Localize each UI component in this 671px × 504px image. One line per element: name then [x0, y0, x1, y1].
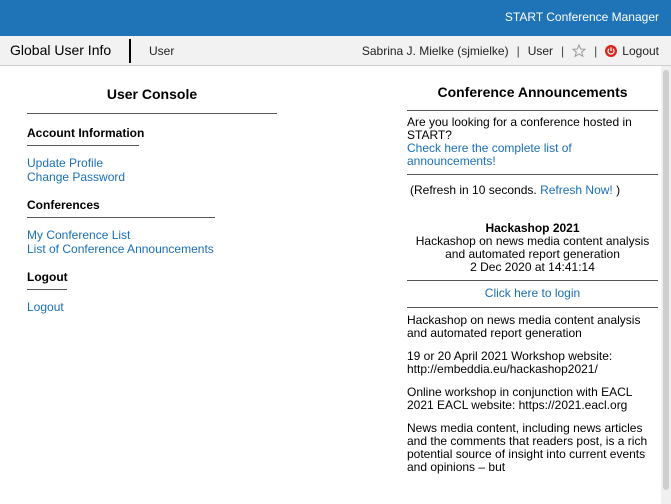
my-conference-list-link[interactable]: My Conference List — [27, 228, 277, 242]
featured-conference: Hackashop 2021 Hackashop on news media c… — [407, 208, 658, 280]
brand-title: START Conference Manager — [504, 10, 659, 24]
nav-divider — [129, 39, 131, 63]
complete-list-link[interactable]: Check here the complete list of announce… — [407, 141, 572, 168]
logout-button[interactable]: Logout — [605, 44, 659, 58]
announcement-paragraph: News media content, including news artic… — [407, 421, 648, 474]
section-divider — [27, 289, 67, 290]
refresh-now-link[interactable]: Refresh Now! — [540, 183, 613, 197]
conference-announcements: Conference Announcements Are you looking… — [407, 85, 658, 490]
conference-date: 2 Dec 2020 at 14:41:14 — [470, 260, 595, 274]
conference-announcements-link[interactable]: List of Conference Announcements — [27, 242, 277, 256]
login-link[interactable]: Click here to login — [485, 286, 580, 300]
navigation-bar: Global User Info User Sabrina J. Mielke … — [0, 36, 671, 66]
section-divider — [27, 145, 139, 146]
separator: | — [516, 44, 520, 58]
user-console: User Console Account Information Update … — [27, 86, 277, 314]
update-profile-link[interactable]: Update Profile — [27, 156, 277, 170]
scrollbar-thumb[interactable] — [663, 70, 669, 490]
conferences-section: Conferences My Conference List List of C… — [27, 198, 277, 256]
separator: | — [594, 44, 598, 58]
announcement-paragraph: Online workshop in conjunction with EACL… — [407, 385, 633, 412]
username-label: Sabrina J. Mielke (sjmielke) — [361, 44, 509, 58]
star-icon[interactable] — [571, 43, 587, 58]
conference-question: Are you looking for a conference hosted … — [407, 115, 632, 142]
power-icon — [605, 45, 618, 57]
announcement-paragraph: 19 or 20 April 2021 Workshop website: ht… — [407, 349, 613, 376]
announcements-title: Conference Announcements — [407, 85, 658, 111]
section-title: Logout — [27, 270, 68, 284]
refresh-close: ) — [616, 183, 621, 197]
user-console-title: User Console — [27, 86, 277, 114]
logout-link[interactable]: Logout — [27, 300, 277, 314]
separator: | — [561, 44, 565, 58]
refresh-notice: (Refresh in 10 seconds. Refresh Now! ) — [407, 175, 658, 208]
global-user-info-title: Global User Info — [10, 42, 112, 58]
account-menu: Sabrina J. Mielke (sjmielke) | User | | … — [361, 43, 659, 58]
user-tab[interactable]: User — [149, 44, 174, 58]
login-row: Click here to login — [407, 281, 658, 307]
logout-section: Logout Logout — [27, 270, 277, 314]
section-title: Account Information — [27, 126, 145, 140]
user-link[interactable]: User — [528, 44, 553, 58]
change-password-link[interactable]: Change Password — [27, 170, 277, 184]
logout-label: Logout — [622, 44, 659, 58]
announcement-body: Hackashop on news media content analysis… — [407, 308, 658, 490]
page-scrollbar[interactable] — [661, 66, 671, 504]
conference-search-prompt: Are you looking for a conference hosted … — [407, 111, 658, 174]
section-title: Conferences — [27, 198, 100, 212]
top-banner: START Conference Manager — [0, 0, 671, 36]
conference-description: Hackashop on news media content analysis… — [415, 234, 650, 261]
section-divider — [27, 217, 215, 218]
refresh-countdown: (Refresh in 10 seconds. — [410, 183, 537, 197]
account-information-section: Account Information Update Profile Chang… — [27, 126, 277, 184]
announcement-paragraph: Hackashop on news media content analysis… — [407, 313, 641, 340]
